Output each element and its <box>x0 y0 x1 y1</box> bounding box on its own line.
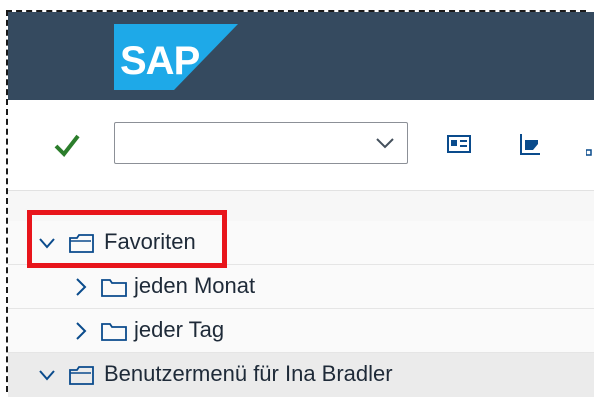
annotation-highlight-box <box>27 210 227 268</box>
chevron-down-icon[interactable] <box>38 365 56 385</box>
chevron-down-icon[interactable] <box>375 135 395 151</box>
chevron-right-icon[interactable] <box>72 277 90 297</box>
business-card-icon[interactable] <box>446 132 472 156</box>
folder-open-icon <box>69 366 94 385</box>
tree-node-jeden-monat[interactable]: jeden Monat <box>8 265 594 309</box>
edit-document-icon[interactable] <box>518 132 544 156</box>
tree-node-benutzermenue[interactable]: Benutzermenü für Ina Bradler <box>8 353 594 397</box>
tree-node-jeder-tag[interactable]: jeder Tag <box>8 309 594 353</box>
chevron-right-icon[interactable] <box>72 321 90 341</box>
checkmark-icon[interactable] <box>52 130 82 160</box>
toolbar <box>8 100 594 191</box>
folder-icon <box>101 279 127 297</box>
shell-header: SAP <box>8 12 594 100</box>
tree-node-label[interactable]: jeden Monat <box>134 273 255 299</box>
tree-node-label[interactable]: jeder Tag <box>134 317 224 343</box>
sap-logo[interactable]: SAP <box>114 24 238 90</box>
tree-node-label[interactable]: Benutzermenü für Ina Bradler <box>104 361 393 387</box>
more-icon[interactable] <box>586 132 594 156</box>
sap-logo-text: SAP <box>120 39 200 83</box>
command-field[interactable] <box>114 122 408 164</box>
folder-icon <box>101 323 127 341</box>
